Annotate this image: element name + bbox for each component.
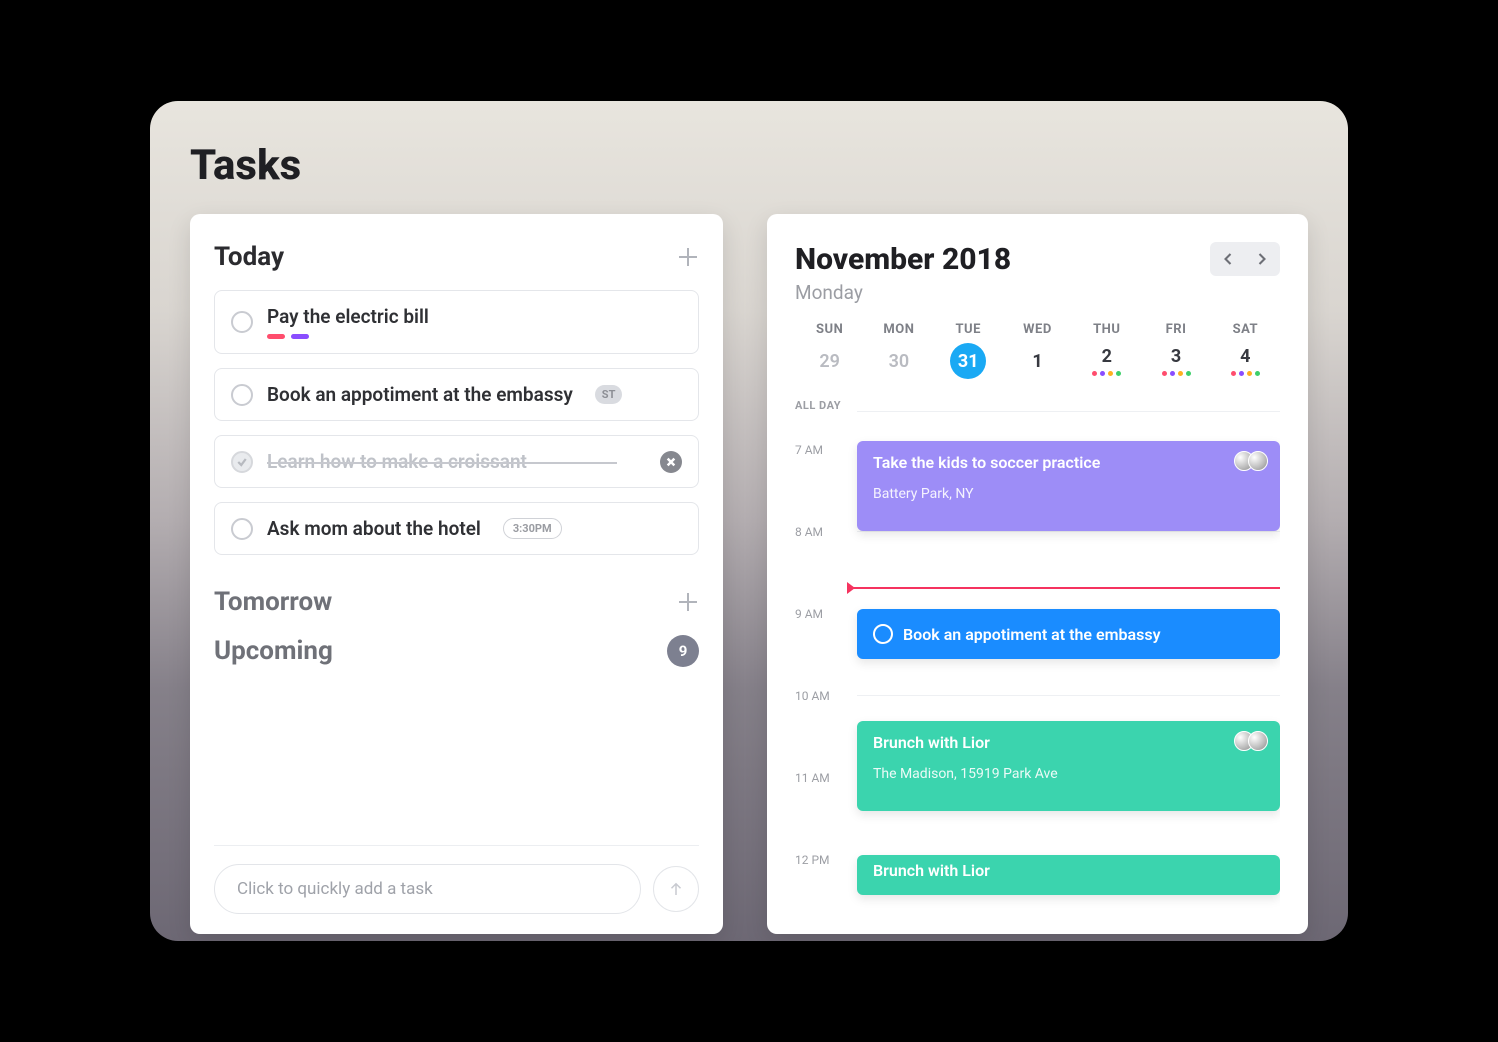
event-avatars (1240, 451, 1268, 471)
dow-label: THU (1072, 322, 1141, 337)
quick-add-submit-button[interactable] (653, 866, 699, 912)
event-avatars (1240, 731, 1268, 751)
date-cell[interactable]: 30 (864, 351, 933, 372)
event-title: Brunch with Lior (873, 733, 1264, 752)
event-subtitle: Battery Park, NY (873, 486, 1264, 502)
task-label: Pay the electric bill (267, 305, 429, 328)
task-item[interactable]: Book an appotiment at the embassy ST (214, 368, 699, 421)
tasks-panel: Today Pay the electric bill Book an appo… (190, 214, 723, 934)
calendar-nav (1210, 242, 1280, 276)
task-time-pill: 3:30PM (503, 518, 562, 539)
event-check-ring[interactable] (873, 624, 893, 644)
app-window: Tasks Today Pay the electric bill (150, 101, 1348, 941)
timeline[interactable]: ALL DAY 7 AM 8 AM 9 AM 10 AM 11 AM 12 PM… (795, 399, 1280, 934)
prev-button[interactable] (1213, 245, 1243, 273)
hour-label: 12 PM (795, 853, 847, 867)
event-block[interactable]: Brunch with Lior The Madison, 15919 Park… (857, 721, 1280, 811)
next-button[interactable] (1247, 245, 1277, 273)
tag-dot-pink (267, 334, 285, 339)
calendar-weekday: Monday (795, 281, 1011, 304)
delete-task-button[interactable] (660, 451, 682, 473)
hour-label: 8 AM (795, 525, 847, 539)
page-title: Tasks (190, 141, 1308, 190)
task-label: Ask mom about the hotel (267, 517, 481, 540)
task-checkbox[interactable] (231, 311, 253, 333)
dow-label: SUN (795, 322, 864, 337)
dow-label: TUE (934, 322, 1003, 337)
dow-label: MON (864, 322, 933, 337)
task-item[interactable]: Ask mom about the hotel 3:30PM (214, 502, 699, 555)
event-title: Book an appotiment at the embassy (903, 625, 1161, 644)
hour-label: 11 AM (795, 771, 847, 785)
quick-add-input[interactable]: Click to quickly add a task (214, 864, 641, 914)
date-cell-selected[interactable]: 31 (934, 343, 1003, 379)
task-label: Learn how to make a croissant (267, 450, 527, 473)
weekday-row: SUN MON TUE WED THU FRI SAT (795, 322, 1280, 337)
date-cell[interactable]: 2 (1072, 346, 1141, 376)
event-block[interactable]: Take the kids to soccer practice Battery… (857, 441, 1280, 531)
date-cell[interactable]: 4 (1211, 346, 1280, 376)
event-title: Take the kids to soccer practice (873, 453, 1264, 472)
hour-label: 10 AM (795, 689, 847, 703)
event-block[interactable]: Brunch with Lior (857, 855, 1280, 895)
allday-label: ALL DAY (795, 399, 841, 412)
task-label: Book an appotiment at the embassy (267, 383, 573, 406)
date-cell[interactable]: 1 (1003, 351, 1072, 372)
dow-label: WED (1003, 322, 1072, 337)
event-block[interactable]: Book an appotiment at the embassy (857, 609, 1280, 659)
task-item[interactable]: Pay the electric bill (214, 290, 699, 354)
calendar-month: November 2018 (795, 242, 1011, 277)
upcoming-heading: Upcoming (214, 636, 333, 666)
quick-add-row: Click to quickly add a task (214, 845, 699, 934)
hour-label: 7 AM (795, 443, 847, 457)
tomorrow-heading: Tomorrow (214, 587, 332, 617)
date-cell[interactable]: 29 (795, 351, 864, 372)
add-today-button[interactable] (677, 246, 699, 268)
hour-label: 9 AM (795, 607, 847, 621)
upcoming-count-badge: 9 (667, 635, 699, 667)
current-time-indicator (851, 587, 1280, 589)
add-tomorrow-button[interactable] (677, 591, 699, 613)
event-subtitle: The Madison, 15919 Park Ave (873, 766, 1264, 782)
task-checkbox[interactable] (231, 384, 253, 406)
date-row: 29 30 31 1 2 3 (795, 343, 1280, 379)
event-title: Brunch with Lior (873, 861, 1264, 880)
dow-label: FRI (1141, 322, 1210, 337)
tag-dot-purple (291, 334, 309, 339)
task-checkbox[interactable] (231, 518, 253, 540)
date-cell[interactable]: 3 (1141, 346, 1210, 376)
task-checkbox-checked[interactable] (231, 451, 253, 473)
task-item-completed[interactable]: Learn how to make a croissant (214, 435, 699, 488)
task-badge: ST (595, 385, 623, 404)
dow-label: SAT (1211, 322, 1280, 337)
today-heading: Today (214, 242, 284, 272)
task-tags (267, 334, 429, 339)
calendar-panel: November 2018 Monday SUN MON TUE WED T (767, 214, 1308, 934)
